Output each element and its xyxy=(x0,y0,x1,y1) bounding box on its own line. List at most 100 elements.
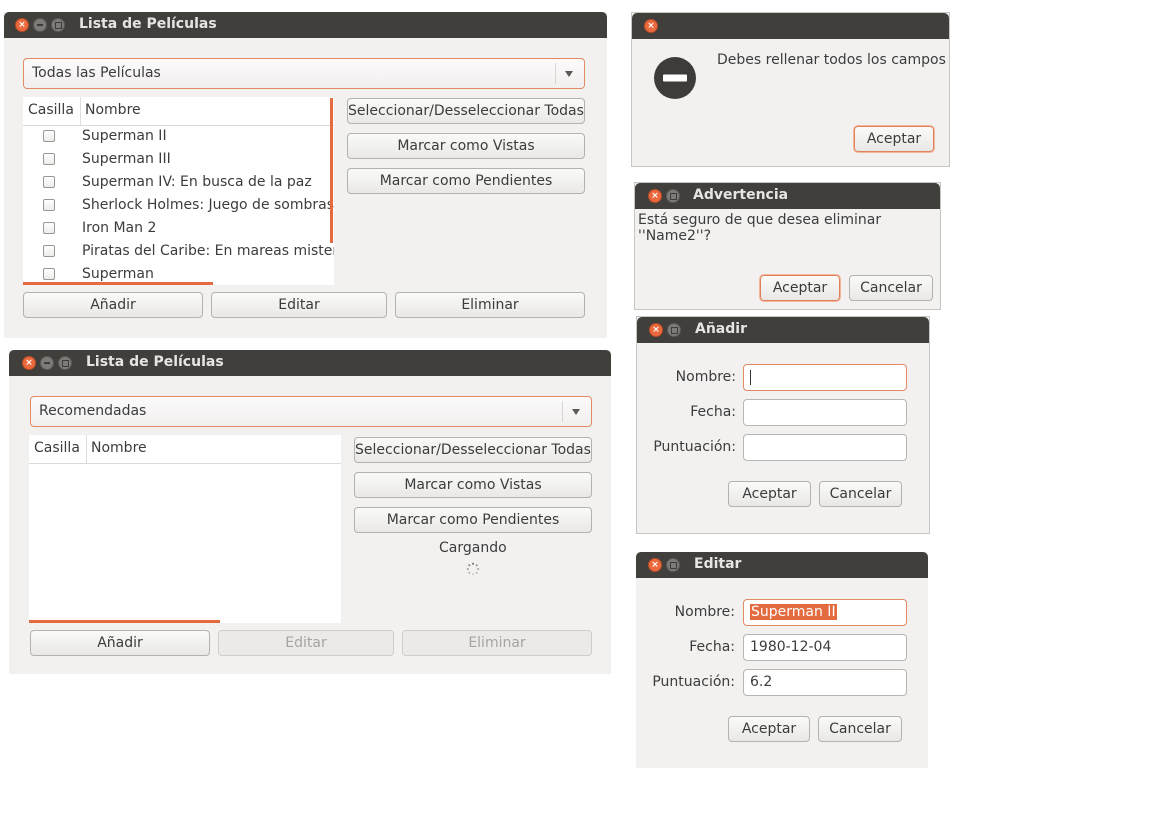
filter-combobox-value: Recomendadas xyxy=(39,403,147,419)
nombre-field[interactable] xyxy=(743,364,907,391)
mark-watched-button[interactable]: Marcar como Vistas xyxy=(347,133,585,159)
list-header: Casilla Nombre xyxy=(29,435,341,464)
delete-button[interactable]: Eliminar xyxy=(402,630,592,656)
movie-list[interactable]: Casilla Nombre xyxy=(29,435,341,623)
error-dialog: × Debes rellenar todos los campos Acepta… xyxy=(631,12,950,167)
minimize-window-icon[interactable] xyxy=(40,356,54,370)
fecha-field[interactable] xyxy=(743,399,907,426)
text-cursor xyxy=(750,369,751,385)
puntuacion-label: Puntuación: xyxy=(653,439,736,455)
movie-list-window: × Lista de Películas Todas las Películas… xyxy=(4,12,607,338)
dialog-title: Editar xyxy=(694,556,742,572)
filter-combobox[interactable]: Recomendadas xyxy=(30,396,592,427)
puntuacion-label: Puntuación: xyxy=(652,674,735,690)
fecha-field[interactable]: 1980-12-04 xyxy=(743,634,907,661)
vertical-scrollbar[interactable] xyxy=(330,98,333,243)
movie-name: Superman II xyxy=(82,128,167,144)
maximize-window-icon[interactable] xyxy=(666,558,680,572)
column-header-nombre[interactable]: Nombre xyxy=(85,102,141,118)
maximize-window-icon[interactable] xyxy=(51,18,65,32)
movie-name: Superman III xyxy=(82,151,171,167)
window-titlebar: × Lista de Películas xyxy=(9,350,611,376)
cancel-button[interactable]: Cancelar xyxy=(818,716,902,742)
window-title: Lista de Películas xyxy=(86,354,224,370)
row-checkbox[interactable] xyxy=(43,130,55,142)
horizontal-scrollbar[interactable] xyxy=(23,282,213,285)
movie-list-window-loading: × Lista de Películas Recomendadas Casill… xyxy=(9,350,611,674)
nombre-value: Superman II xyxy=(750,604,837,620)
dialog-title: Añadir xyxy=(695,321,747,337)
edit-dialog: × Editar Nombre: Superman II Fecha: 1980… xyxy=(636,552,928,768)
row-checkbox[interactable] xyxy=(43,199,55,211)
select-all-button[interactable]: Seleccionar/Desseleccionar Todas xyxy=(354,437,592,463)
mark-pending-button[interactable]: Marcar como Pendientes xyxy=(347,168,585,194)
fecha-label: Fecha: xyxy=(689,639,735,655)
fecha-value: 1980-12-04 xyxy=(750,639,832,655)
accept-button[interactable]: Aceptar xyxy=(854,126,934,152)
dialog-titlebar: × Editar xyxy=(636,552,928,578)
movie-list[interactable]: Casilla Nombre Superman II Superman III … xyxy=(23,97,334,285)
mark-pending-button[interactable]: Marcar como Pendientes xyxy=(354,507,592,533)
maximize-window-icon[interactable] xyxy=(666,189,680,203)
loading-spinner-icon xyxy=(466,562,480,576)
movie-name: Iron Man 2 xyxy=(82,220,157,236)
cancel-button[interactable]: Cancelar xyxy=(849,275,933,301)
accept-button[interactable]: Aceptar xyxy=(728,481,811,507)
window-titlebar: × Lista de Películas xyxy=(4,12,607,38)
column-header-nombre[interactable]: Nombre xyxy=(91,440,147,456)
filter-combobox-value: Todas las Películas xyxy=(32,65,161,81)
delete-button[interactable]: Eliminar xyxy=(395,292,585,318)
movie-name: Superman IV: En busca de la paz xyxy=(82,174,312,190)
row-checkbox[interactable] xyxy=(43,153,55,165)
puntuacion-field[interactable] xyxy=(743,434,907,461)
accept-button[interactable]: Aceptar xyxy=(728,716,810,742)
dropdown-arrow-icon xyxy=(562,401,591,422)
maximize-window-icon[interactable] xyxy=(58,356,72,370)
add-button[interactable]: Añadir xyxy=(30,630,210,656)
warning-message: Está seguro de que desea eliminar ''Name… xyxy=(638,212,882,244)
nombre-field[interactable]: Superman II xyxy=(743,599,907,626)
close-window-icon[interactable]: × xyxy=(15,18,29,32)
column-header-casilla[interactable]: Casilla xyxy=(28,102,74,118)
add-dialog: × Añadir Nombre: Fecha: Puntuación: Acep… xyxy=(636,316,930,534)
edit-button[interactable]: Editar xyxy=(218,630,394,656)
movie-name: Sherlock Holmes: Juego de sombras xyxy=(82,197,334,213)
fecha-label: Fecha: xyxy=(690,404,736,420)
dropdown-arrow-icon xyxy=(555,63,584,84)
edit-button[interactable]: Editar xyxy=(211,292,387,318)
warning-dialog: × Advertencia Está seguro de que desea e… xyxy=(634,182,941,310)
column-separator xyxy=(86,435,87,463)
row-checkbox[interactable] xyxy=(43,176,55,188)
puntuacion-field[interactable]: 6.2 xyxy=(743,669,907,696)
window-title: Lista de Películas xyxy=(79,16,217,32)
cancel-button[interactable]: Cancelar xyxy=(819,481,902,507)
close-window-icon[interactable]: × xyxy=(644,19,658,33)
nombre-label: Nombre: xyxy=(675,369,736,385)
dialog-titlebar: × xyxy=(632,13,949,39)
close-window-icon[interactable]: × xyxy=(22,356,36,370)
nombre-label: Nombre: xyxy=(674,604,735,620)
add-button[interactable]: Añadir xyxy=(23,292,203,318)
close-window-icon[interactable]: × xyxy=(648,189,662,203)
filter-combobox[interactable]: Todas las Películas xyxy=(23,58,585,89)
movie-name: Piratas del Caribe: En mareas misteriosa… xyxy=(82,243,334,259)
column-header-casilla[interactable]: Casilla xyxy=(34,440,80,456)
accept-button[interactable]: Aceptar xyxy=(760,275,840,301)
puntuacion-value: 6.2 xyxy=(750,674,773,690)
column-separator xyxy=(80,97,81,125)
dialog-titlebar: × Añadir xyxy=(637,317,929,343)
mark-watched-button[interactable]: Marcar como Vistas xyxy=(354,472,592,498)
row-checkbox[interactable] xyxy=(43,268,55,280)
row-checkbox[interactable] xyxy=(43,222,55,234)
maximize-window-icon[interactable] xyxy=(667,323,681,337)
error-icon xyxy=(654,57,696,99)
select-all-button[interactable]: Seleccionar/Desseleccionar Todas xyxy=(347,98,585,124)
horizontal-scrollbar[interactable] xyxy=(29,620,220,623)
minimize-window-icon[interactable] xyxy=(33,18,47,32)
list-header: Casilla Nombre xyxy=(23,97,334,126)
close-window-icon[interactable]: × xyxy=(649,323,663,337)
error-message: Debes rellenar todos los campos xyxy=(717,52,946,68)
close-window-icon[interactable]: × xyxy=(648,558,662,572)
dialog-title: Advertencia xyxy=(693,187,789,203)
row-checkbox[interactable] xyxy=(43,245,55,257)
